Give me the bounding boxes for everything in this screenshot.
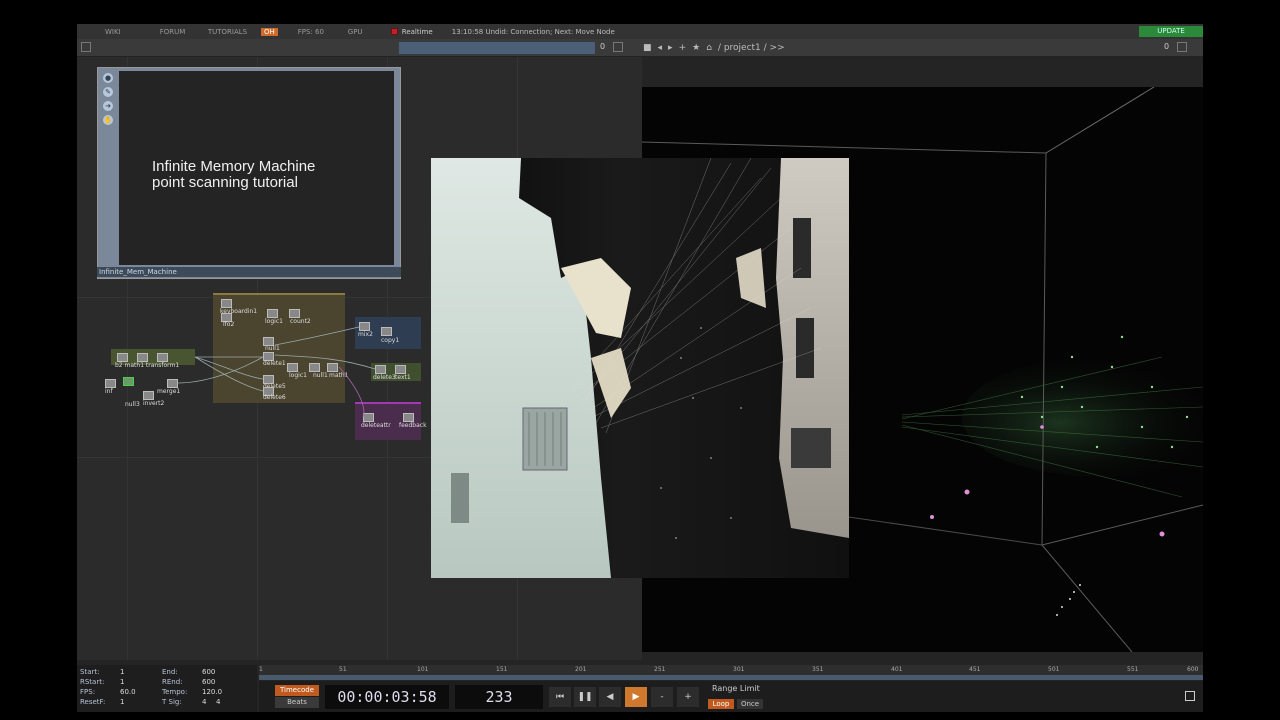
status-message: 13:10:58 Undid: Connection; Next: Move N… xyxy=(451,27,615,36)
param-rstart-label: RStart: xyxy=(80,678,105,686)
realtime-label: Realtime xyxy=(401,27,433,36)
update-button[interactable]: UPDATE xyxy=(1139,26,1203,37)
param-rend-label: REnd: xyxy=(162,678,183,686)
rewind-icon[interactable]: ⏮ xyxy=(549,687,571,707)
param-start-value[interactable]: 1 xyxy=(120,668,162,676)
timecode-display[interactable]: 00:00:03:58 xyxy=(325,685,449,709)
param-resetf-label: ResetF: xyxy=(80,698,106,706)
once-button[interactable]: Once xyxy=(737,699,763,709)
param-rend-value[interactable]: 600 xyxy=(202,678,244,686)
param-tsig-label: T Sig: xyxy=(162,698,182,706)
param-resetf-value[interactable]: 1 xyxy=(120,698,162,706)
forward-icon[interactable]: ▸ xyxy=(668,43,673,53)
menu-wiki[interactable]: WIKI xyxy=(105,28,145,36)
maximize-icon[interactable] xyxy=(613,42,623,52)
network-path-field[interactable] xyxy=(399,42,595,54)
param-fps-value[interactable]: 60.0 xyxy=(120,688,162,696)
play-icon[interactable]: ▶ xyxy=(625,687,647,707)
param-tsig-value1[interactable]: 4 xyxy=(202,698,216,706)
pane-number-left: 0 xyxy=(600,42,606,51)
point-cloud-overlay-image xyxy=(431,158,849,578)
star-icon[interactable]: ★ xyxy=(692,43,700,53)
timecode-mode-button[interactable]: Timecode xyxy=(275,685,319,696)
dropdown-icon[interactable] xyxy=(81,42,91,52)
menu-tutorials[interactable]: TUTORIALS xyxy=(200,28,255,36)
bottom-panel: Start: 1 End: 600 RStart: 1 REnd: 600 FP… xyxy=(77,665,1203,712)
fit-view-icon[interactable] xyxy=(1185,691,1195,701)
add-icon[interactable]: + xyxy=(679,43,687,53)
param-tsig-value2[interactable]: 4 xyxy=(216,698,230,706)
range-limit-label: Range Limit xyxy=(712,684,760,693)
stop-icon[interactable]: ■ xyxy=(643,43,652,53)
maximize-right-icon[interactable] xyxy=(1177,42,1187,52)
viewer-toolbar: ■ ◂ ▸ + ★ ⌂ / project1 / >> xyxy=(643,39,791,57)
overlay-illustration xyxy=(431,158,849,578)
fps-readout: FPS: 60 xyxy=(297,27,324,36)
step-plus-button[interactable]: + xyxy=(677,687,699,707)
home-icon[interactable]: ⌂ xyxy=(706,43,712,53)
step-back-icon[interactable]: ◀ xyxy=(599,687,621,707)
param-fps-label: FPS: xyxy=(80,688,96,696)
param-tempo-value[interactable]: 120.0 xyxy=(202,688,244,696)
param-rstart-value[interactable]: 1 xyxy=(120,678,162,686)
top-menu-bar: WIKI FORUM TUTORIALS OH FPS: 60 GPU Real… xyxy=(77,24,1203,39)
pane-toolbar: 0 ■ ◂ ▸ + ★ ⌂ / project1 / >> 0 xyxy=(77,39,1203,57)
frame-display[interactable]: 233 xyxy=(455,685,543,709)
menu-forum[interactable]: FORUM xyxy=(145,28,200,36)
back-icon[interactable]: ◂ xyxy=(658,43,663,53)
param-end-value[interactable]: 600 xyxy=(202,668,244,676)
perform-badge[interactable]: OH xyxy=(261,27,278,36)
step-minus-button[interactable]: - xyxy=(651,687,673,707)
gpu-readout: GPU xyxy=(347,27,363,36)
realtime-checkbox[interactable] xyxy=(390,28,398,35)
transport-panel: Timecode Beats 00:00:03:58 233 ⏮ ❚❚ ◀ ▶ … xyxy=(259,681,1203,712)
param-end-label: End: xyxy=(162,668,178,676)
pause-icon[interactable]: ❚❚ xyxy=(574,687,596,707)
timeline-params: Start: 1 End: 600 RStart: 1 REnd: 600 FP… xyxy=(77,665,257,712)
param-start-label: Start: xyxy=(80,668,100,676)
path-breadcrumb[interactable]: / project1 / >> xyxy=(718,43,785,53)
loop-button[interactable]: Loop xyxy=(708,699,734,709)
param-tempo-label: Tempo: xyxy=(162,688,188,696)
beats-mode-button[interactable]: Beats xyxy=(275,697,319,708)
pane-number-right: 0 xyxy=(1164,42,1170,51)
